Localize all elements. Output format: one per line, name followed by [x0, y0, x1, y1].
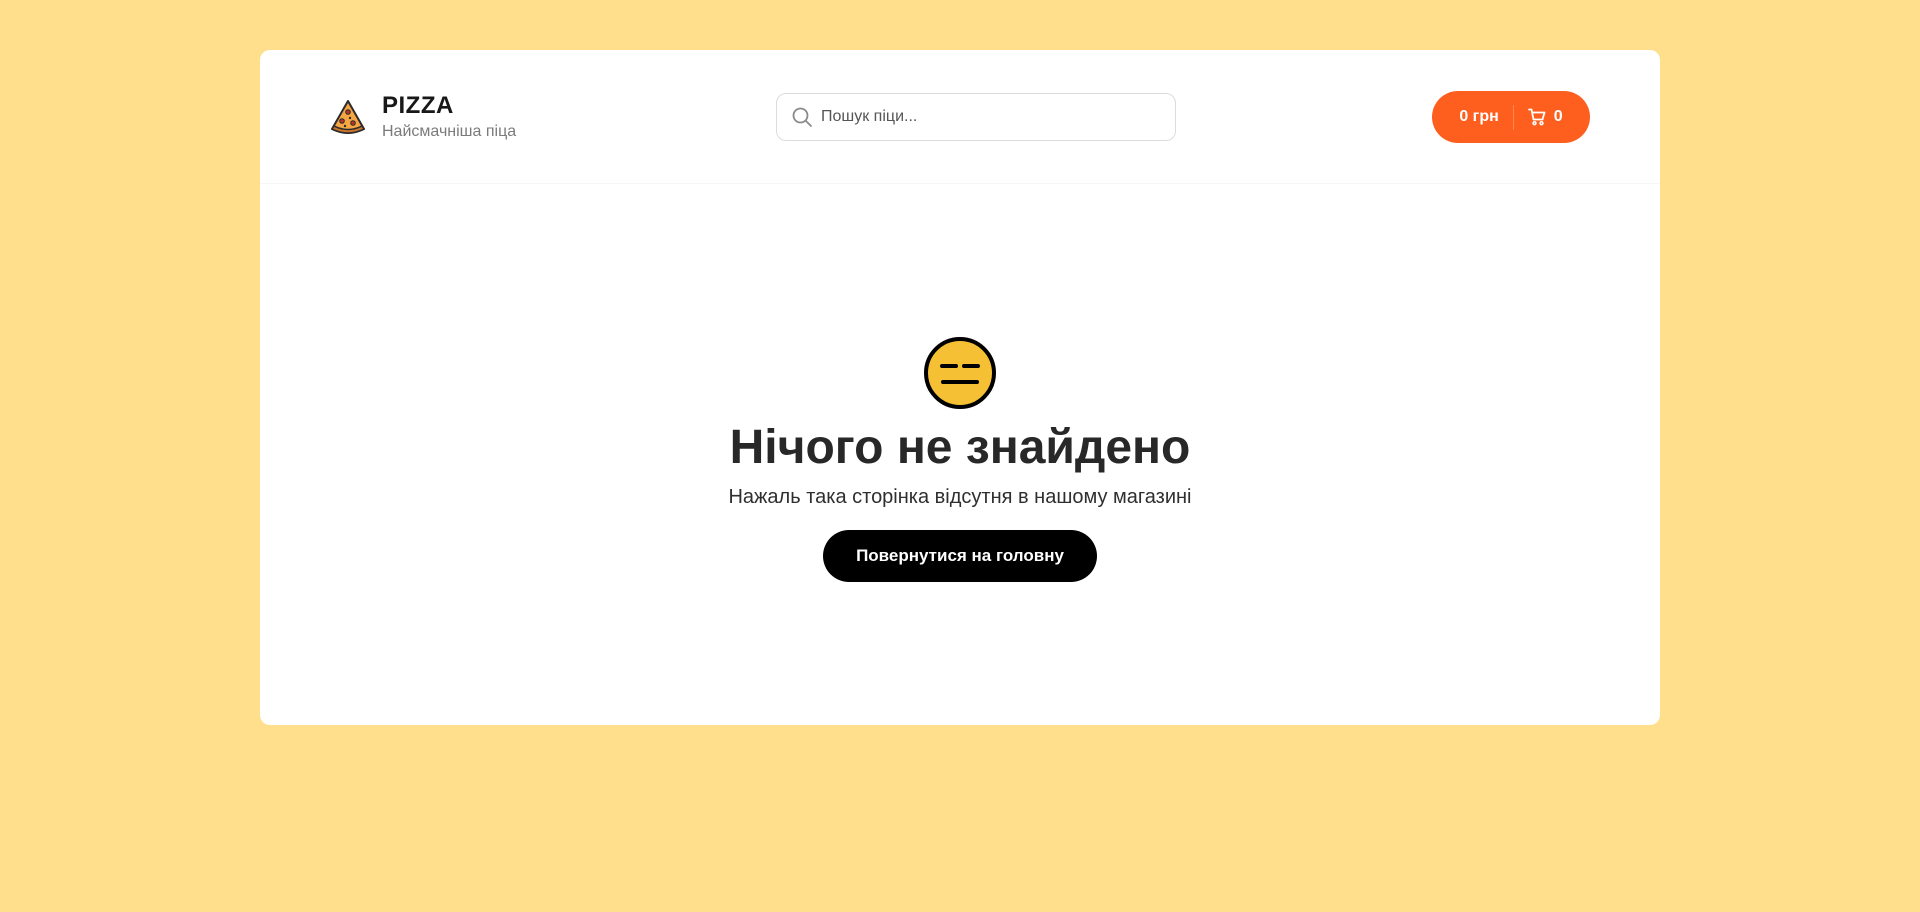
search-icon — [792, 107, 812, 127]
neutral-face-icon — [924, 337, 996, 409]
logo-title: PIZZA — [382, 92, 454, 119]
search-input[interactable] — [821, 108, 1161, 126]
search-box — [776, 93, 1176, 141]
cart-icon — [1527, 108, 1546, 126]
go-home-button[interactable]: Повернутися на головну — [823, 530, 1097, 582]
logo-text: PIZZA Найсмачніша піца — [382, 92, 516, 142]
cart-total-price: 0 грн — [1459, 108, 1499, 125]
not-found-section: Нічого не знайдено Нажаль така сторінка … — [260, 184, 1660, 725]
logo-link[interactable]: PIZZA Найсмачніша піца — [328, 92, 516, 142]
cart-divider — [1512, 104, 1514, 130]
logo-subtitle: Найсмачніша піца — [382, 123, 517, 140]
page-subtitle: Нажаль така сторінка відсутня в нашому м… — [728, 486, 1192, 508]
main-container: PIZZA Найсмачніша піца 0 грн 0 — [260, 50, 1660, 725]
header: PIZZA Найсмачніша піца 0 грн 0 — [260, 50, 1660, 184]
cart-count: 0 — [1553, 108, 1563, 125]
cart-button[interactable]: 0 грн 0 — [1432, 91, 1590, 143]
page-title: Нічого не знайдено — [729, 421, 1191, 474]
pizza-slice-icon — [330, 100, 366, 134]
